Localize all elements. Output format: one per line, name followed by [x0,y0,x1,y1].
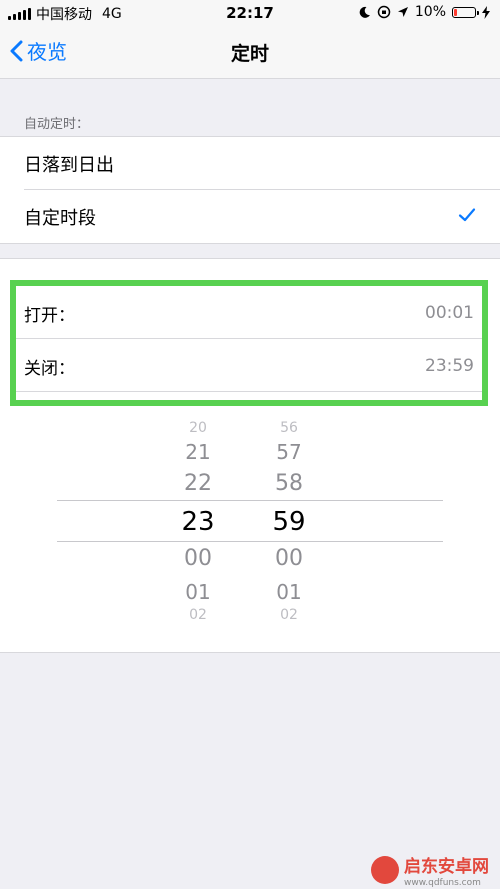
turn-on-row[interactable]: 打开： 00:01 [10,287,488,339]
location-icon [397,7,408,17]
moon-icon [359,6,370,18]
auto-schedule-group: 日落到日出 自定时段 [0,136,500,244]
turn-on-time: 00:01 [425,303,474,323]
hour-value: 21 [185,440,211,464]
orientation-lock-icon [377,5,391,19]
nav-bar: 夜览 定时 [0,26,500,79]
hour-value: 02 [189,607,207,623]
turn-off-time: 23:59 [425,356,474,376]
charging-icon [482,5,490,19]
turn-off-row[interactable]: 关闭： 23:59 [10,340,488,392]
battery-icon [452,6,479,18]
minute-value: 57 [276,440,302,464]
battery-percent: 10% [414,4,446,20]
turn-on-label: 打开： [24,305,75,326]
time-picker[interactable]: 20 21 22 23 00 01 02 56 57 58 59 00 01 0… [0,414,500,634]
minute-value: 02 [280,607,298,623]
option-custom-schedule[interactable]: 自定时段 [0,190,500,243]
hour-value-selected: 23 [181,507,215,537]
minute-value: 58 [275,471,303,496]
watermark: 启东安卓网 www.qdfuns.com [404,852,489,888]
minute-value: 56 [280,420,298,436]
auto-schedule-header: 自动定时： [24,117,90,132]
watermark-logo-icon [371,856,399,884]
hour-value: 00 [184,546,212,571]
checkmark-icon [458,208,476,222]
option-sunset-to-sunrise[interactable]: 日落到日出 [0,137,500,190]
hour-value: 22 [184,471,212,496]
option-label: 日落到日出 [24,154,114,176]
page-title: 定时 [230,43,269,65]
option-label: 自定时段 [24,207,96,229]
status-bar: 中国移动 4G 22:17 10% [0,0,500,26]
hour-value: 20 [189,420,207,436]
minute-value: 01 [276,580,302,604]
watermark-brand: 启东安卓网 [404,857,489,877]
minute-value-selected: 59 [272,507,306,537]
status-right: 10% [358,4,490,20]
turn-off-label: 关闭： [24,358,75,379]
minute-value: 00 [275,546,303,571]
watermark-url: www.qdfuns.com [404,878,481,888]
hour-value: 01 [185,580,211,604]
